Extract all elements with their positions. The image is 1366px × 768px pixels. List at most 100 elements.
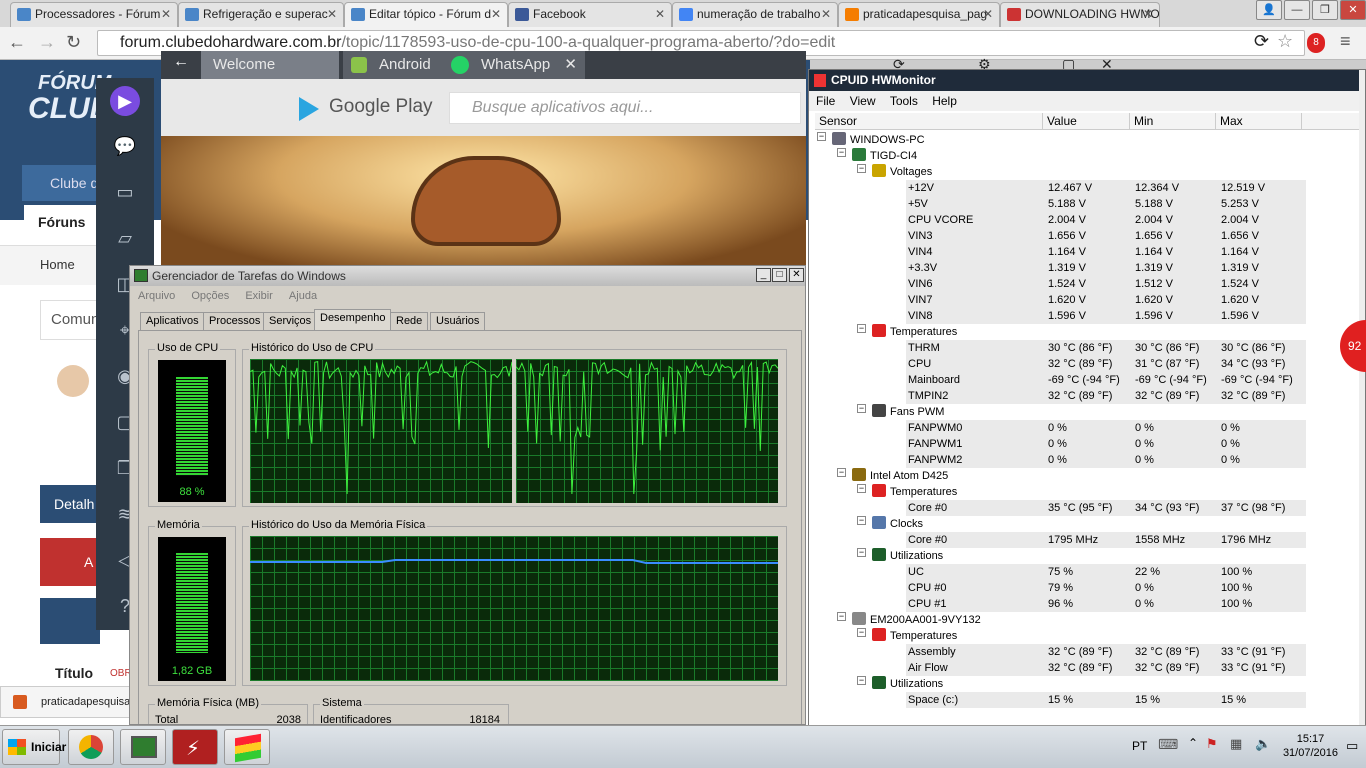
browser-tab[interactable]: Refrigeração e superac ✕ <box>178 2 344 27</box>
sensor-group[interactable]: − Intel Atom D425 <box>809 468 1365 484</box>
sensor-row[interactable]: TMPIN2 32 °C (89 °F) 32 °C (89 °F) 32 °C (8… <box>809 388 1365 404</box>
tab-aplicativos[interactable]: Aplicativos <box>140 312 205 331</box>
back-arrow-icon[interactable]: ← <box>173 53 189 71</box>
chrome-task-button[interactable] <box>68 729 114 765</box>
menu-exibir[interactable]: Exibir <box>245 290 273 302</box>
sensor-row[interactable]: +12V 12.467 V 12.364 V 12.519 V <box>809 180 1365 196</box>
sensor-row[interactable]: Core #0 1795 MHz 1558 MHz 1796 MHz <box>809 532 1365 548</box>
forward-icon[interactable]: → <box>38 32 56 53</box>
sensor-row[interactable]: CPU 32 °C (89 °F) 31 °C (87 °F) 34 °C (93 °… <box>809 356 1365 372</box>
browser-tab[interactable]: praticadapesquisa_pag ✕ <box>838 2 1000 27</box>
show-desktop-icon[interactable]: ▭ <box>1346 738 1358 754</box>
tree-toggle-icon[interactable]: − <box>837 612 846 621</box>
taskmgr-task-button[interactable] <box>120 729 166 765</box>
sensor-row[interactable]: Core #0 35 °C (95 °F) 34 °C (93 °F) 37 °C (… <box>809 500 1365 516</box>
browser-tab[interactable]: Facebook ✕ <box>508 2 672 27</box>
action-center-icon[interactable]: ⚑ <box>1206 736 1218 752</box>
tab-close-icon[interactable]: ✕ <box>655 3 665 25</box>
sensor-row[interactable]: VIN6 1.524 V 1.512 V 1.524 V <box>809 276 1365 292</box>
tab-close-icon[interactable]: ✕ <box>491 3 501 25</box>
tree-toggle-icon[interactable]: − <box>857 484 866 493</box>
sensor-row[interactable]: +3.3V 1.319 V 1.319 V 1.319 V <box>809 260 1365 276</box>
tray-expand-icon[interactable]: ⌃ <box>1188 736 1198 750</box>
hwmonitor-task-button[interactable]: ⚡ <box>172 729 218 765</box>
language-indicator[interactable]: PT <box>1132 739 1147 753</box>
system-clock[interactable]: 15:17 31/07/2016 <box>1283 732 1338 760</box>
start-button[interactable]: Iniciar <box>2 729 66 765</box>
tree-toggle-icon[interactable]: − <box>857 516 866 525</box>
sensor-row[interactable]: VIN3 1.656 V 1.656 V 1.656 V <box>809 228 1365 244</box>
tab-servicos[interactable]: Serviços <box>263 312 318 331</box>
sensor-group[interactable]: − Temperatures <box>809 628 1365 644</box>
sensor-group[interactable]: − TIGD-CI4 <box>809 148 1365 164</box>
tab-welcome[interactable]: Welcome <box>201 51 339 79</box>
col-min[interactable]: Min <box>1130 113 1216 129</box>
sensor-group[interactable]: − EM200AA001-9VY132 <box>809 612 1365 628</box>
tree-toggle-icon[interactable]: − <box>817 132 826 141</box>
tab-close-icon[interactable]: ✕ <box>983 3 993 25</box>
tm-maximize-button[interactable]: □ <box>772 268 787 282</box>
sensor-row[interactable]: CPU VCORE 2.004 V 2.004 V 2.004 V <box>809 212 1365 228</box>
sensor-row[interactable]: FANPWM2 0 % 0 % 0 % <box>809 452 1365 468</box>
community-field[interactable]: Comun <box>40 300 100 340</box>
sensor-group[interactable]: − Temperatures <box>809 484 1365 500</box>
keyboard-icon[interactable]: ⌨ <box>1158 736 1178 753</box>
tab-close-icon[interactable]: ✕ <box>327 3 337 25</box>
sensor-group[interactable]: − Temperatures <box>809 324 1365 340</box>
sensor-row[interactable]: CPU #1 96 % 0 % 100 % <box>809 596 1365 612</box>
tab-whatsapp[interactable]: WhatsApp ✕ <box>445 51 585 79</box>
menu-view[interactable]: View <box>850 94 876 108</box>
sensor-group[interactable]: − Utilizations <box>809 676 1365 692</box>
reload-icon[interactable]: ↻ <box>66 32 81 53</box>
browser-tab[interactable]: Editar tópico - Fórum d ✕ <box>344 2 508 27</box>
browser-tab[interactable]: Processadores - Fórum ✕ <box>10 2 178 27</box>
sensor-group[interactable]: − Voltages <box>809 164 1365 180</box>
network-icon[interactable]: ▦ <box>1230 736 1242 752</box>
sensor-row[interactable]: +5V 5.188 V 5.188 V 5.253 V <box>809 196 1365 212</box>
tab-processos[interactable]: Processos <box>203 312 267 331</box>
sensor-row[interactable]: VIN4 1.164 V 1.164 V 1.164 V <box>809 244 1365 260</box>
rotate-icon[interactable]: ▭ <box>110 182 140 206</box>
col-max[interactable]: Max <box>1216 113 1302 129</box>
sensor-row[interactable]: CPU #0 79 % 0 % 100 % <box>809 580 1365 596</box>
extension-badge[interactable]: 8 <box>1307 33 1325 53</box>
volume-tray-icon[interactable]: 🔈 <box>1255 736 1271 752</box>
menu-tools[interactable]: Tools <box>890 94 918 108</box>
download-item[interactable]: praticadapesquisa <box>0 686 130 718</box>
user-icon[interactable]: 👤 <box>1256 0 1282 20</box>
tab-rede[interactable]: Rede <box>390 312 429 331</box>
restore-button[interactable]: ❐ <box>1312 0 1338 20</box>
bluestacks-task-button[interactable] <box>224 729 270 765</box>
tm-minimize-button[interactable]: _ <box>756 268 771 282</box>
sensor-row[interactable]: Air Flow 32 °C (89 °F) 32 °C (89 °F) 33 °C … <box>809 660 1365 676</box>
menu-opcoes[interactable]: Opções <box>191 290 229 302</box>
cards-icon[interactable]: ▱ <box>110 228 140 252</box>
sensor-group[interactable]: − Clocks <box>809 516 1365 532</box>
tab-usuarios[interactable]: Usuários <box>430 312 486 331</box>
scrollbar[interactable] <box>1359 70 1365 728</box>
tree-toggle-icon[interactable]: − <box>857 628 866 637</box>
breadcrumb-home[interactable]: Home <box>0 245 100 285</box>
minimize-button[interactable]: — <box>1284 0 1310 20</box>
tree-toggle-icon[interactable]: − <box>837 148 846 157</box>
nav-club[interactable]: Clube d <box>22 165 102 201</box>
close-window-button[interactable]: ✕ <box>1340 0 1366 20</box>
sensor-row[interactable]: THRM 30 °C (86 °F) 30 °C (86 °F) 30 °C (86 … <box>809 340 1365 356</box>
sensor-row[interactable]: VIN7 1.620 V 1.620 V 1.620 V <box>809 292 1365 308</box>
sensor-row[interactable]: Mainboard -69 °C (-94 °F) -69 °C (-94 °F) -… <box>809 372 1365 388</box>
video-icon[interactable]: ▶ <box>110 86 140 116</box>
back-icon[interactable]: ← <box>8 32 26 53</box>
detail-button[interactable]: Detalh <box>40 485 100 523</box>
sensor-row[interactable]: UC 75 % 22 % 100 % <box>809 564 1365 580</box>
sensor-row[interactable]: FANPWM0 0 % 0 % 0 % <box>809 420 1365 436</box>
tab-desempenho[interactable]: Desempenho <box>314 309 392 331</box>
tm-close-button[interactable]: ✕ <box>789 268 804 282</box>
sync-icon[interactable]: ⟳ <box>1254 31 1269 52</box>
tree-toggle-icon[interactable]: − <box>857 324 866 333</box>
sensor-row[interactable]: Space (c:) 15 % 15 % 15 % <box>809 692 1365 708</box>
col-value[interactable]: Value <box>1043 113 1130 129</box>
col-sensor[interactable]: Sensor <box>815 113 1043 129</box>
tab-close-icon[interactable]: ✕ <box>1143 3 1153 25</box>
sensor-group[interactable]: − Fans PWM <box>809 404 1365 420</box>
close-tab-icon[interactable]: ✕ <box>564 51 577 79</box>
